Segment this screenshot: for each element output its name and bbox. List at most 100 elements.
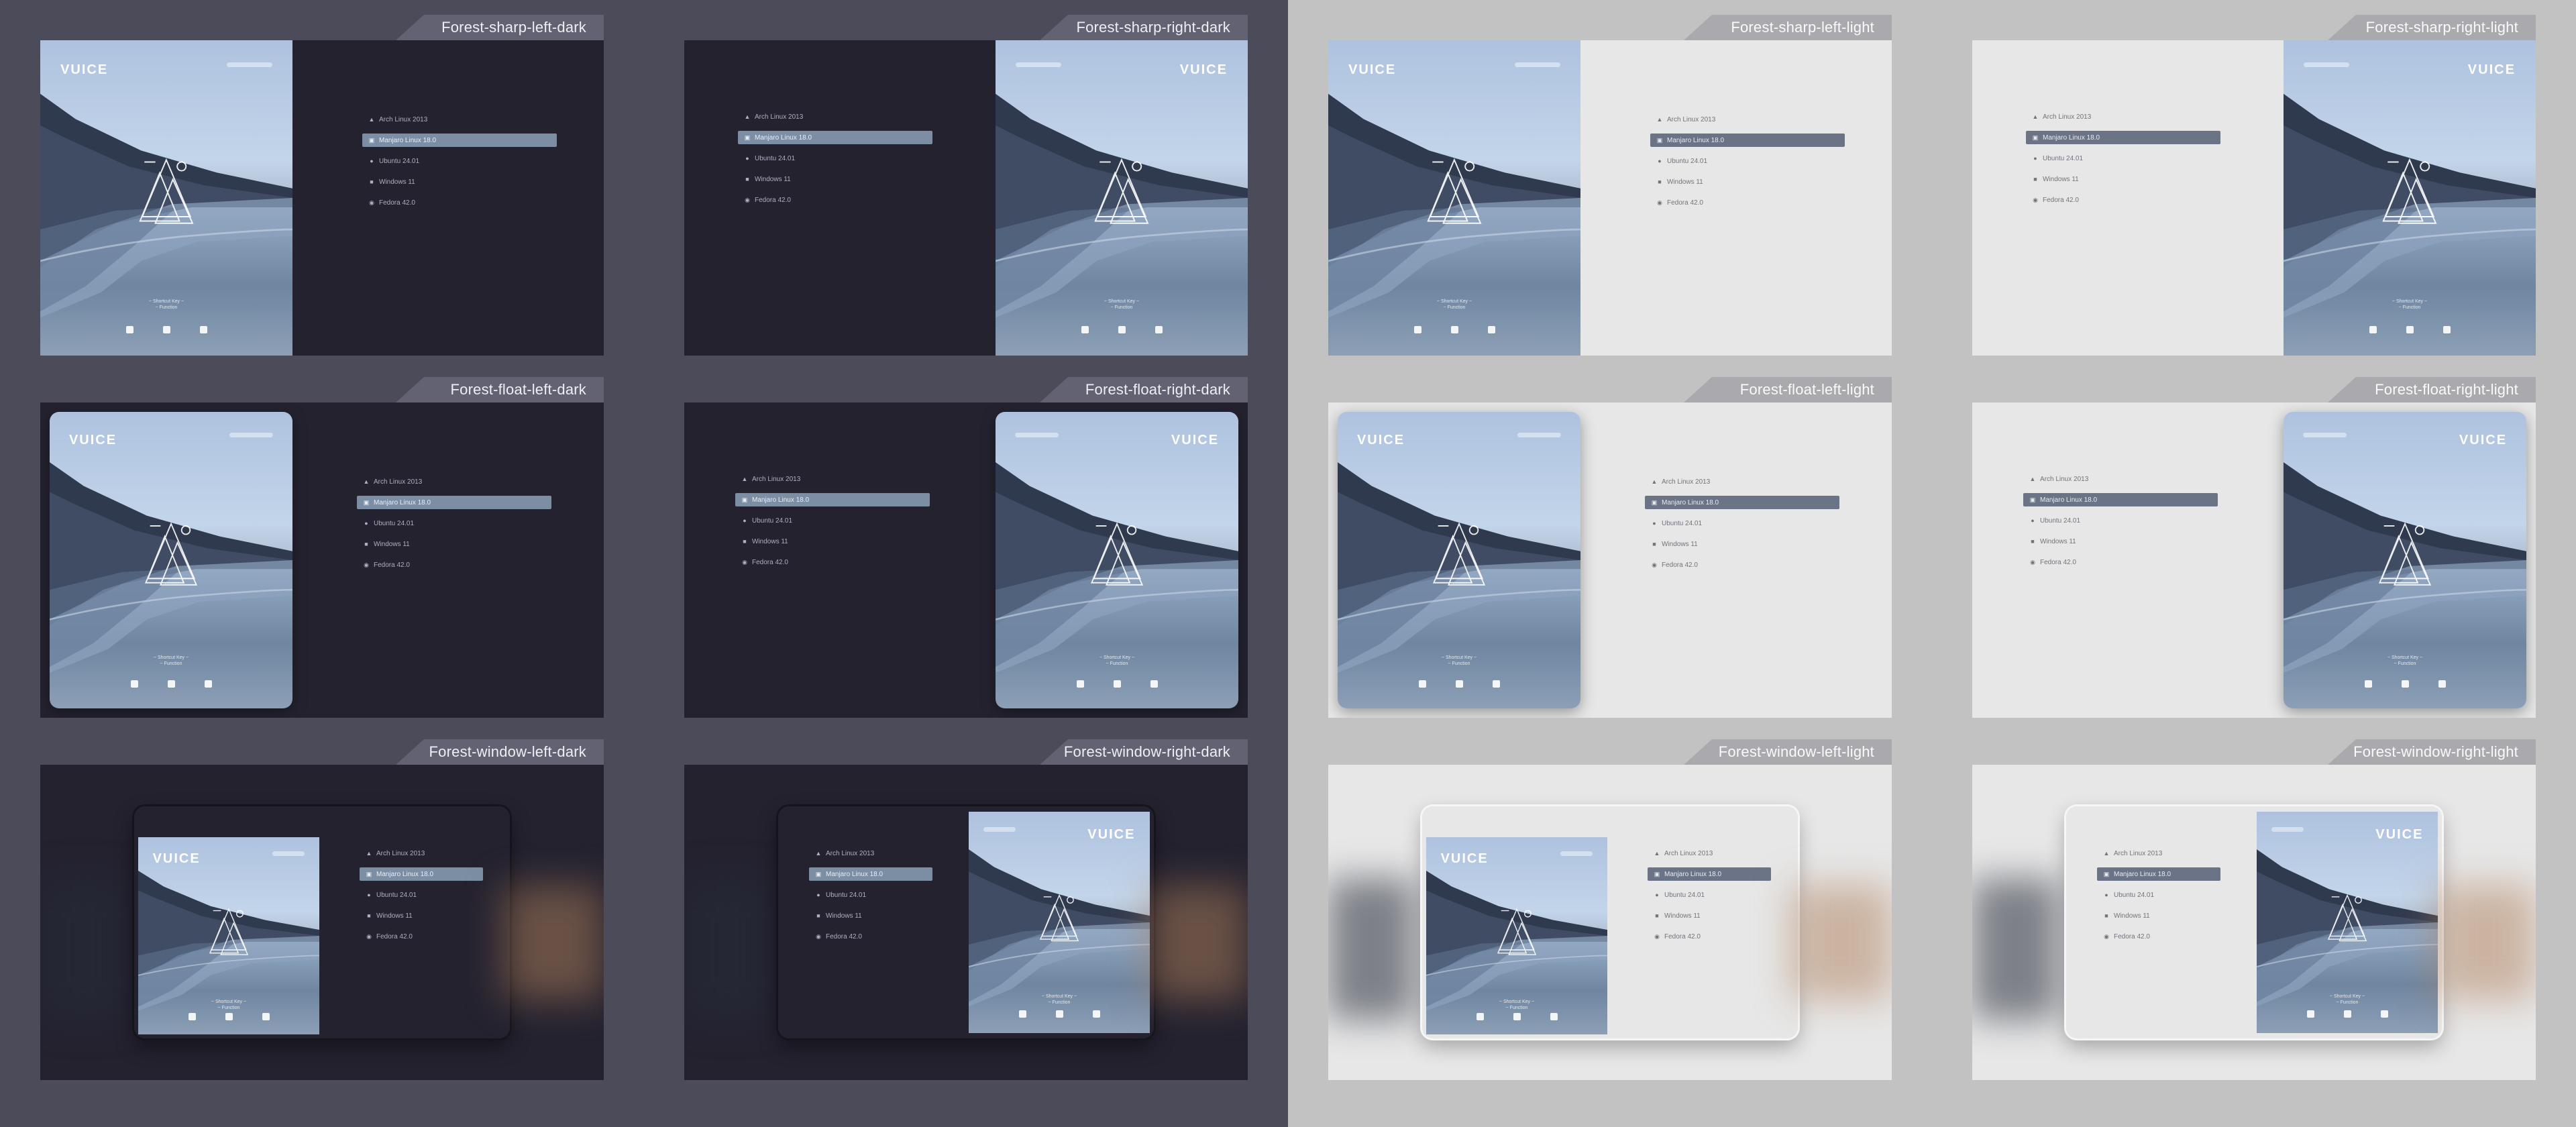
shutdown-button[interactable] [125,326,133,334]
boot-entry[interactable]: ● Ubuntu 24.01 [2026,152,2220,165]
boot-entry[interactable]: ▣ Manjaro Linux 18.0 [357,496,551,509]
boot-entry[interactable]: ◉ Fedora 42.0 [735,555,930,569]
boot-entry[interactable]: ▲ Arch Linux 2013 [735,472,930,486]
boot-entry[interactable]: ▲ Arch Linux 2013 [2026,110,2220,123]
shutdown-button[interactable] [2306,1010,2314,1018]
suspend-button[interactable] [1492,680,1500,688]
suspend-button[interactable] [2380,1010,2388,1018]
reboot-button[interactable] [2401,680,2409,688]
boot-entry[interactable]: ▣ Manjaro Linux 18.0 [809,867,932,881]
reboot-button[interactable] [1455,680,1463,688]
reboot-button[interactable] [1450,326,1458,334]
reboot-button[interactable] [225,1013,233,1021]
boot-entry[interactable]: ● Ubuntu 24.01 [357,517,551,530]
boot-entry[interactable]: ● Ubuntu 24.01 [2023,514,2218,527]
reboot-button[interactable] [1118,326,1126,334]
suspend-button[interactable] [262,1013,270,1021]
boot-entry[interactable]: ▣ Manjaro Linux 18.0 [360,867,483,881]
shutdown-button[interactable] [1418,680,1426,688]
boot-entry[interactable]: ▲ Arch Linux 2013 [357,475,551,488]
boot-entry[interactable]: ◉ Fedora 42.0 [1645,558,1839,572]
preview-sharp-left-dark[interactable]: Forest-sharp-left-dark VUICE ~ Shortcut Ke… [40,15,604,356]
boot-entry[interactable]: ● Ubuntu 24.01 [1650,154,1845,168]
shutdown-button[interactable] [1081,326,1089,334]
boot-entry[interactable]: ■ Windows 11 [738,172,932,186]
preview-window-right-light[interactable]: Forest-window-right-light VUICE ~ Shortcut… [1972,739,2536,1080]
shutdown-button[interactable] [1413,326,1421,334]
preview-window-right-dark[interactable]: Forest-window-right-dark VUICE ~ Shortcut … [684,739,1248,1080]
boot-entry[interactable]: ▣ Manjaro Linux 18.0 [2026,131,2220,144]
boot-entry[interactable]: ▣ Manjaro Linux 18.0 [735,493,930,506]
boot-entry[interactable]: ▣ Manjaro Linux 18.0 [362,133,557,147]
boot-entry[interactable]: ● Ubuntu 24.01 [2097,888,2220,902]
preview-sharp-right-dark[interactable]: Forest-sharp-right-dark VUICE ~ Shortcut K… [684,15,1248,356]
boot-entry[interactable]: ● Ubuntu 24.01 [809,888,932,902]
suspend-button[interactable] [2438,680,2446,688]
boot-entry[interactable]: ▣ Manjaro Linux 18.0 [1648,867,1771,881]
shutdown-button[interactable] [188,1013,196,1021]
boot-entry[interactable]: ■ Windows 11 [362,175,557,189]
boot-entry[interactable]: ▲ Arch Linux 2013 [2097,847,2220,860]
boot-entry[interactable]: ◉ Fedora 42.0 [738,193,932,207]
boot-entry[interactable]: ▲ Arch Linux 2013 [362,113,557,126]
boot-entry[interactable]: ● Ubuntu 24.01 [738,152,932,165]
reboot-button[interactable] [2343,1010,2351,1018]
suspend-button[interactable] [1092,1010,1100,1018]
boot-entry[interactable]: ◉ Fedora 42.0 [362,196,557,209]
boot-entry[interactable]: ■ Windows 11 [735,535,930,548]
boot-entry[interactable]: ▲ Arch Linux 2013 [1645,475,1839,488]
shutdown-button[interactable] [130,680,138,688]
boot-entry[interactable]: ▲ Arch Linux 2013 [1650,113,1845,126]
suspend-button[interactable] [1155,326,1163,334]
boot-entry[interactable]: ● Ubuntu 24.01 [362,154,557,168]
boot-entry[interactable]: ■ Windows 11 [2097,909,2220,922]
boot-entry[interactable]: ■ Windows 11 [809,909,932,922]
boot-entry[interactable]: ▲ Arch Linux 2013 [2023,472,2218,486]
boot-entry[interactable]: ◉ Fedora 42.0 [2026,193,2220,207]
preview-sharp-right-light[interactable]: Forest-sharp-right-light VUICE ~ Shortcut … [1972,15,2536,356]
boot-entry[interactable]: ◉ Fedora 42.0 [1648,930,1771,943]
boot-entry[interactable]: ◉ Fedora 42.0 [809,930,932,943]
boot-entry[interactable]: ▲ Arch Linux 2013 [738,110,932,123]
boot-entry[interactable]: ● Ubuntu 24.01 [1645,517,1839,530]
shutdown-button[interactable] [1476,1013,1484,1021]
boot-entry[interactable]: ■ Windows 11 [1650,175,1845,189]
suspend-button[interactable] [1150,680,1158,688]
boot-entry[interactable]: ● Ubuntu 24.01 [735,514,930,527]
boot-entry[interactable]: ◉ Fedora 42.0 [2097,930,2220,943]
boot-entry[interactable]: ▣ Manjaro Linux 18.0 [738,131,932,144]
boot-entry[interactable]: ▣ Manjaro Linux 18.0 [2097,867,2220,881]
boot-entry[interactable]: ◉ Fedora 42.0 [2023,555,2218,569]
boot-entry[interactable]: ■ Windows 11 [1645,537,1839,551]
boot-entry[interactable]: ■ Windows 11 [1648,909,1771,922]
preview-float-left-light[interactable]: Forest-float-left-light VUICE ~ Shortcut K… [1328,377,1892,718]
boot-entry[interactable]: ● Ubuntu 24.01 [360,888,483,902]
preview-float-right-dark[interactable]: Forest-float-right-dark VUICE ~ Shortcut K… [684,377,1248,718]
boot-entry[interactable]: ◉ Fedora 42.0 [357,558,551,572]
boot-entry[interactable]: ● Ubuntu 24.01 [1648,888,1771,902]
reboot-button[interactable] [162,326,170,334]
suspend-button[interactable] [1487,326,1495,334]
boot-entry[interactable]: ■ Windows 11 [357,537,551,551]
suspend-button[interactable] [1550,1013,1558,1021]
boot-entry[interactable]: ■ Windows 11 [2023,535,2218,548]
shutdown-button[interactable] [1076,680,1084,688]
preview-window-left-light[interactable]: Forest-window-left-light VUICE ~ Shortcut … [1328,739,1892,1080]
shutdown-button[interactable] [2364,680,2372,688]
boot-entry[interactable]: ▣ Manjaro Linux 18.0 [2023,493,2218,506]
boot-entry[interactable]: ■ Windows 11 [360,909,483,922]
suspend-button[interactable] [2443,326,2451,334]
preview-sharp-left-light[interactable]: Forest-sharp-left-light VUICE ~ Shortcut K… [1328,15,1892,356]
boot-entry[interactable]: ◉ Fedora 42.0 [360,930,483,943]
preview-float-left-dark[interactable]: Forest-float-left-dark VUICE ~ Shortcut Ke… [40,377,604,718]
shutdown-button[interactable] [2369,326,2377,334]
boot-entry[interactable]: ◉ Fedora 42.0 [1650,196,1845,209]
shutdown-button[interactable] [1018,1010,1026,1018]
preview-float-right-light[interactable]: Forest-float-right-light VUICE ~ Shortcut … [1972,377,2536,718]
reboot-button[interactable] [167,680,175,688]
reboot-button[interactable] [1055,1010,1063,1018]
suspend-button[interactable] [204,680,212,688]
suspend-button[interactable] [199,326,207,334]
boot-entry[interactable]: ▲ Arch Linux 2013 [809,847,932,860]
boot-entry[interactable]: ▲ Arch Linux 2013 [1648,847,1771,860]
